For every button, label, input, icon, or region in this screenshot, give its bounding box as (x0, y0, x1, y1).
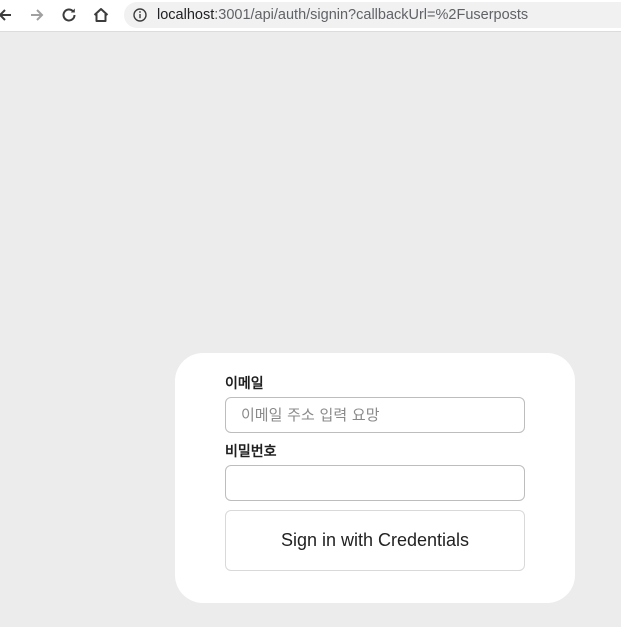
password-label: 비밀번호 (225, 444, 277, 460)
address-bar[interactable]: localhost:3001/api/auth/signin?callbackU… (124, 2, 621, 28)
back-icon[interactable] (0, 4, 16, 26)
signin-button[interactable]: Sign in with Credentials (225, 510, 525, 571)
url-host: localhost (157, 7, 215, 23)
home-icon[interactable] (90, 4, 112, 26)
info-icon[interactable] (132, 7, 148, 23)
reload-icon[interactable] (58, 4, 80, 26)
email-input[interactable] (225, 397, 525, 433)
url-path: :3001/api/auth/signin?callbackUrl=%2Fuse… (214, 7, 529, 23)
password-input[interactable] (225, 465, 525, 501)
browser-toolbar: localhost:3001/api/auth/signin?callbackU… (0, 0, 621, 32)
forward-icon[interactable] (26, 4, 48, 26)
signin-card: 이메일 비밀번호 Sign in with Credentials (175, 353, 575, 603)
url-text: localhost:3001/api/auth/signin?callbackU… (157, 7, 528, 23)
email-label: 이메일 (225, 376, 264, 392)
